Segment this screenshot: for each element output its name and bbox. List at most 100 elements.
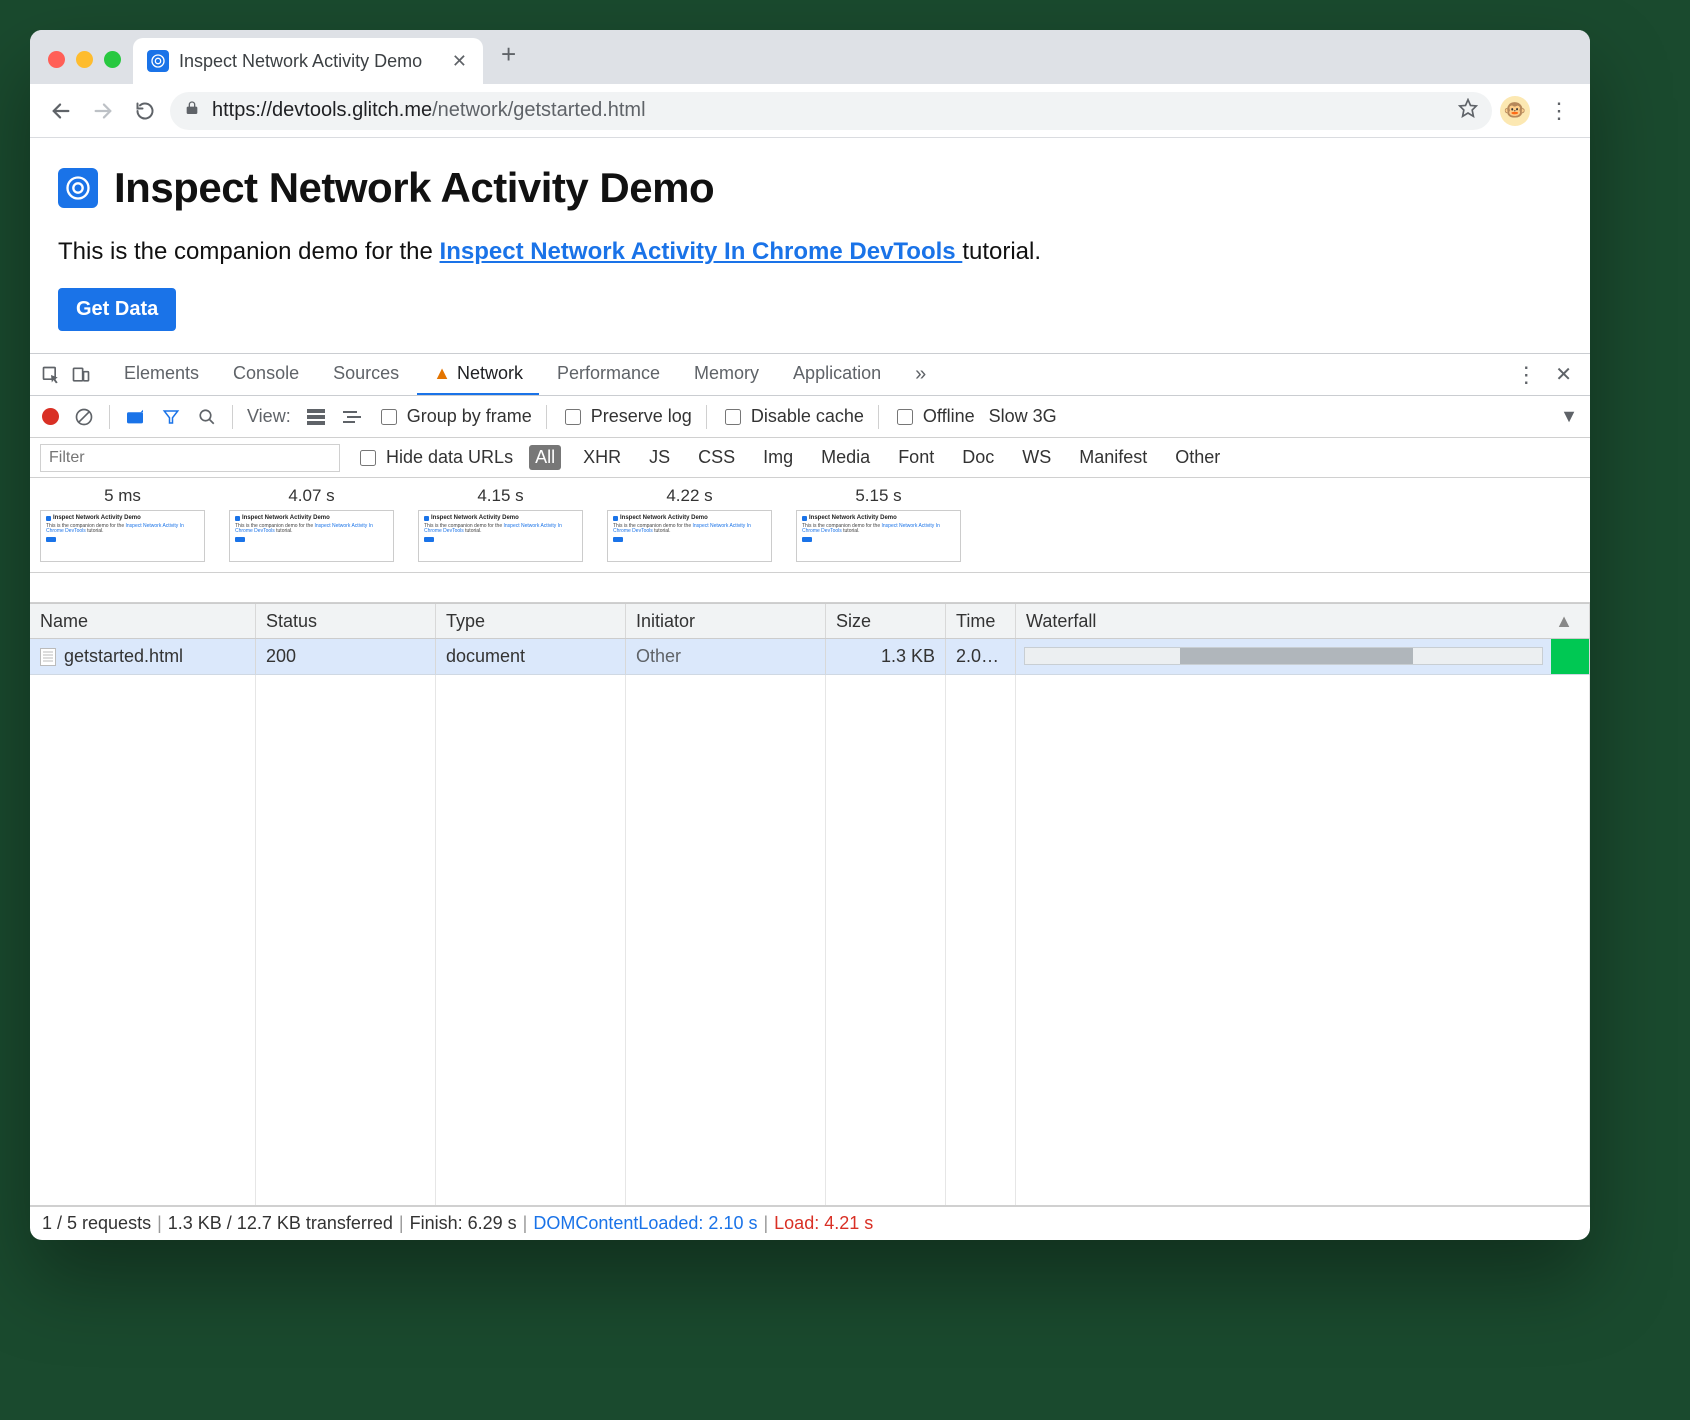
window-close-button[interactable] [48,51,65,68]
status-load: Load: 4.21 s [774,1213,873,1234]
tutorial-link[interactable]: Inspect Network Activity In Chrome DevTo… [440,238,963,265]
cell-size: 1.3 KB [826,639,946,674]
lock-icon [184,99,200,122]
inspect-element-icon[interactable] [40,364,62,386]
window-maximize-button[interactable] [104,51,121,68]
warning-icon: ▲ [433,363,451,384]
offline-checkbox[interactable]: Offline [893,406,975,428]
frame-thumbnail: Inspect Network Activity DemoThis is the… [229,510,394,562]
table-row[interactable]: getstarted.html 200 document Other 1.3 K… [30,639,1590,675]
overview-toggle-icon[interactable] [341,410,363,424]
record-button[interactable] [42,408,59,425]
bookmark-star-icon[interactable] [1458,98,1478,124]
type-filter-js[interactable]: JS [643,445,676,470]
status-finish: Finish: 6.29 s [410,1213,517,1234]
network-status-bar: 1 / 5 requests | 1.3 KB / 12.7 KB transf… [30,1206,1590,1240]
hide-data-urls-checkbox[interactable]: Hide data URLs [356,447,513,469]
tab-favicon [147,50,169,72]
intro-text-after: tutorial. [962,238,1041,265]
new-tab-button[interactable]: + [483,30,534,84]
profile-avatar[interactable]: 🐵 [1500,96,1530,126]
address-bar: https://devtools.glitch.me/network/getst… [30,84,1590,138]
disable-cache-label: Disable cache [751,406,864,427]
page-intro: This is the companion demo for the Inspe… [58,238,1562,266]
browser-tab[interactable]: Inspect Network Activity Demo ✕ [133,38,483,84]
type-filter-ws[interactable]: WS [1016,445,1057,470]
tab-elements[interactable]: Elements [108,354,215,395]
omnibox[interactable]: https://devtools.glitch.me/network/getst… [170,92,1492,130]
filmstrip-frame[interactable]: 4.22 s Inspect Network Activity DemoThis… [607,486,772,562]
type-filter-font[interactable]: Font [892,445,940,470]
separator [878,405,879,429]
cell-time: 2.0… [946,639,1016,674]
screenshots-toggle-icon[interactable] [124,409,146,425]
browser-menu-icon[interactable]: ⋮ [1538,98,1576,124]
device-toolbar-icon[interactable] [70,364,92,386]
type-filter-media[interactable]: Media [815,445,876,470]
frame-time: 5 ms [40,486,205,506]
tab-sources[interactable]: Sources [317,354,415,395]
separator: | [763,1213,768,1234]
large-rows-icon[interactable] [305,409,327,425]
col-size[interactable]: Size [826,604,946,638]
group-by-frame-checkbox[interactable]: Group by frame [377,406,532,428]
devtools-tabs: Elements Console Sources ▲ Network Perfo… [30,354,1590,396]
group-by-frame-label: Group by frame [407,406,532,427]
status-domcontentloaded: DOMContentLoaded: 2.10 s [533,1213,757,1234]
disable-cache-checkbox[interactable]: Disable cache [721,406,864,428]
devtools-menu-icon[interactable]: ⋮ [1515,362,1537,388]
throttle-select[interactable]: Slow 3G [989,406,1057,427]
network-toolbar: View: Group by frame Preserve log Disabl… [30,396,1590,438]
devtools-close-icon[interactable]: ✕ [1555,362,1572,387]
type-filter-doc[interactable]: Doc [956,445,1000,470]
col-initiator[interactable]: Initiator [626,604,826,638]
offline-label: Offline [923,406,975,427]
col-name[interactable]: Name [30,604,256,638]
tab-close-icon[interactable]: ✕ [452,51,467,72]
type-filter-xhr[interactable]: XHR [577,445,627,470]
frame-thumbnail: Inspect Network Activity DemoThis is the… [40,510,205,562]
type-filter-img[interactable]: Img [757,445,799,470]
type-filter-all[interactable]: All [529,445,561,470]
search-icon[interactable] [196,408,218,426]
filmstrip-frame[interactable]: 5.15 s Inspect Network Activity DemoThis… [796,486,961,562]
tab-application[interactable]: Application [777,354,897,395]
browser-window: Inspect Network Activity Demo ✕ + https:… [30,30,1590,1240]
col-type[interactable]: Type [436,604,626,638]
filter-input[interactable] [40,444,340,472]
cell-name-text: getstarted.html [64,646,183,667]
frame-thumbnail: Inspect Network Activity DemoThis is the… [796,510,961,562]
tab-console[interactable]: Console [217,354,315,395]
col-status[interactable]: Status [256,604,436,638]
throttle-caret-icon[interactable]: ▼ [1560,406,1578,427]
filmstrip-frame[interactable]: 5 ms Inspect Network Activity DemoThis i… [40,486,205,562]
preserve-log-checkbox[interactable]: Preserve log [561,406,692,428]
window-minimize-button[interactable] [76,51,93,68]
table-body-empty [30,675,1590,1205]
tab-memory[interactable]: Memory [678,354,775,395]
filmstrip-frame[interactable]: 4.15 s Inspect Network Activity DemoThis… [418,486,583,562]
col-time[interactable]: Time [946,604,1016,638]
tab-network[interactable]: ▲ Network [417,354,539,395]
waterfall-bar [1024,647,1543,665]
back-button[interactable] [44,94,78,128]
timeline-overview[interactable] [30,573,1590,603]
filter-toggle-icon[interactable] [160,408,182,426]
frame-time: 4.15 s [418,486,583,506]
more-tabs-icon[interactable]: » [905,363,936,386]
separator: | [523,1213,528,1234]
filmstrip-frame[interactable]: 4.07 s Inspect Network Activity DemoThis… [229,486,394,562]
type-filter-manifest[interactable]: Manifest [1073,445,1153,470]
window-controls [44,51,133,84]
type-filter-other[interactable]: Other [1169,445,1226,470]
clear-button[interactable] [73,407,95,427]
forward-button[interactable] [86,94,120,128]
cell-name: getstarted.html [30,639,256,674]
get-data-button[interactable]: Get Data [58,288,176,331]
type-filter-css[interactable]: CSS [692,445,741,470]
status-transferred: 1.3 KB / 12.7 KB transferred [168,1213,393,1234]
view-label: View: [247,406,291,427]
tab-performance[interactable]: Performance [541,354,676,395]
reload-button[interactable] [128,94,162,128]
col-waterfall[interactable]: Waterfall▲ [1016,604,1590,638]
